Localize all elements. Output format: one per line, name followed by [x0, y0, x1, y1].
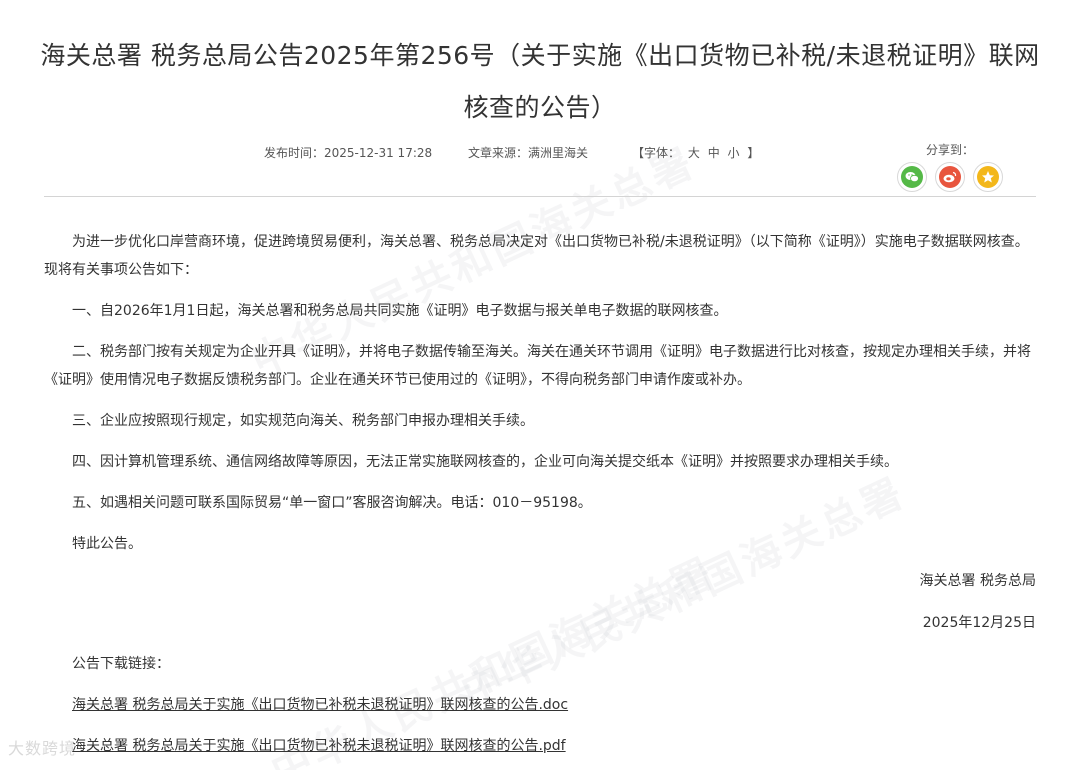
- article-body: 为进一步优化口岸营商环境，促进跨境贸易便利，海关总署、税务总局决定对《出口货物已…: [44, 228, 1038, 571]
- corner-logo: 大数跨境: [8, 739, 77, 758]
- article-paragraph: 特此公告。: [72, 536, 142, 552]
- article-paragraph: 二、税务部门按有关规定为企业开具《证明》，并将电子数据传输至海关。海关在通关环节…: [44, 344, 1031, 388]
- article-source: 文章来源：满洲里海关: [468, 146, 589, 160]
- wechat-icon: [901, 166, 923, 188]
- weibo-icon: [939, 166, 961, 188]
- font-large-button[interactable]: 大: [688, 146, 700, 160]
- share-qzone-button[interactable]: [973, 162, 1003, 192]
- font-small-button[interactable]: 小: [728, 146, 740, 160]
- sign-date: 2025年12月25日: [922, 615, 1036, 631]
- share-label: 分享到：: [926, 143, 975, 157]
- article-paragraph: 为进一步优化口岸营商环境，促进跨境贸易便利，海关总署、税务总局决定对《出口货物已…: [44, 234, 1029, 278]
- font-size-label-close: 】: [747, 146, 760, 160]
- article-paragraph: 一、自2026年1月1日起，海关总署和税务总局共同实施《证明》电子数据与报关单电…: [72, 303, 728, 319]
- publish-date: 发布时间：2025-12-31 17:28: [264, 146, 433, 160]
- signer: 海关总署 税务总局: [919, 573, 1036, 589]
- article-title: 海关总署 税务总局公告2025年第256号（关于实施《出口货物已补税/未退税证明…: [40, 41, 1040, 122]
- download-doc-link[interactable]: 海关总署 税务总局关于实施《出口货物已补税未退税证明》联网核查的公告.doc: [72, 694, 568, 714]
- font-medium-button[interactable]: 中: [708, 146, 720, 160]
- share-wechat-button[interactable]: [897, 162, 927, 192]
- share-buttons: [897, 162, 1003, 192]
- header-divider: [44, 196, 1036, 197]
- share-weibo-button[interactable]: [935, 162, 965, 192]
- article-paragraph: 四、因计算机管理系统、通信网络故障等原因，无法正常实施联网核查的，企业可向海关提…: [72, 454, 898, 470]
- font-size-selector: 【字体： 大 中 小 】: [630, 144, 761, 160]
- qzone-icon: [977, 166, 999, 188]
- article-paragraph: 五、如遇相关问题可联系国际贸易“单一窗口”客服咨询解决。电话：010－95198…: [72, 495, 592, 511]
- article-paragraph: 三、企业应按照现行规定，如实规范向海关、税务部门申报办理相关手续。: [72, 413, 534, 429]
- download-label: 公告下载链接：: [72, 656, 170, 672]
- download-pdf-link[interactable]: 海关总署 税务总局关于实施《出口货物已补税未退税证明》联网核查的公告.pdf: [72, 735, 566, 755]
- font-size-label: 【字体：: [632, 146, 681, 160]
